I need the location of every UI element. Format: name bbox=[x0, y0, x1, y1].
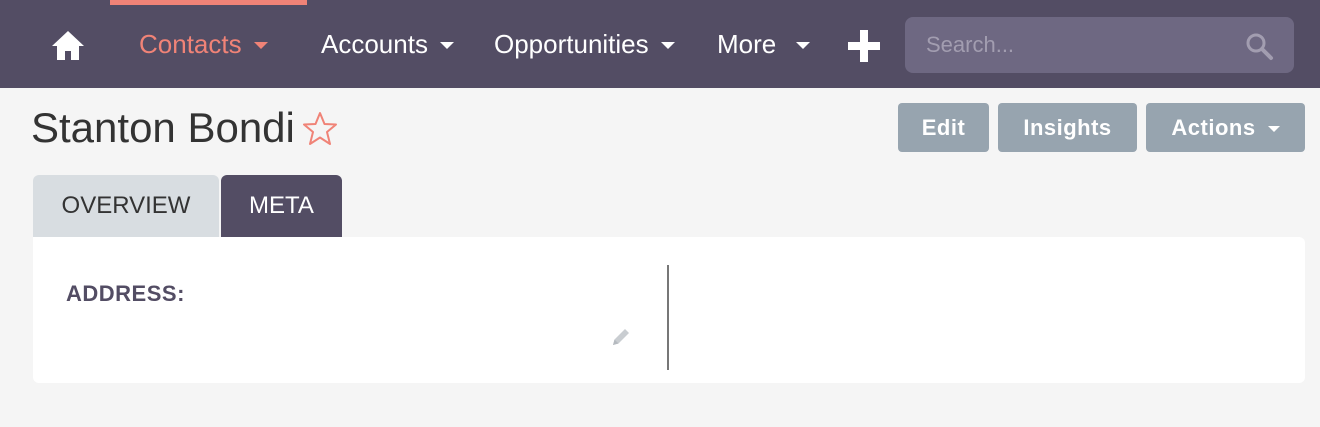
nav-contacts[interactable]: Contacts bbox=[139, 0, 268, 88]
nav-contacts-label: Contacts bbox=[139, 28, 242, 59]
address-label: ADDRESS: bbox=[66, 281, 185, 306]
top-navigation-bar: Contacts Accounts Opportunities More bbox=[0, 0, 1320, 88]
tab-meta[interactable]: META bbox=[221, 175, 342, 237]
actions-button-label: Actions bbox=[1171, 114, 1256, 140]
edit-button[interactable]: Edit bbox=[898, 103, 989, 152]
tab-overview-label: OVERVIEW bbox=[61, 192, 191, 219]
home-icon[interactable] bbox=[48, 26, 88, 66]
nav-opportunities-label: Opportunities bbox=[494, 28, 649, 59]
insights-button[interactable]: Insights bbox=[998, 103, 1137, 152]
chevron-down-icon bbox=[439, 42, 454, 49]
plus-icon[interactable] bbox=[846, 28, 882, 64]
column-divider bbox=[667, 265, 669, 370]
search-box bbox=[905, 17, 1294, 73]
star-icon[interactable] bbox=[301, 110, 339, 148]
insights-button-label: Insights bbox=[1023, 114, 1112, 140]
search-input[interactable] bbox=[905, 17, 1235, 73]
nav-more[interactable]: More bbox=[717, 0, 811, 88]
nav-more-label: More bbox=[717, 28, 777, 59]
chevron-down-icon bbox=[1267, 126, 1280, 132]
chevron-down-icon bbox=[660, 42, 675, 49]
search-icon[interactable] bbox=[1244, 31, 1274, 61]
nav-opportunities[interactable]: Opportunities bbox=[494, 0, 675, 88]
record-title: Stanton Bondi bbox=[31, 104, 295, 151]
tab-meta-label: META bbox=[249, 192, 314, 219]
edit-button-label: Edit bbox=[921, 114, 966, 140]
nav-accounts[interactable]: Accounts bbox=[321, 0, 454, 88]
pencil-icon[interactable] bbox=[609, 325, 633, 349]
tab-overview[interactable]: OVERVIEW bbox=[33, 175, 219, 237]
meta-panel: ADDRESS: bbox=[33, 237, 1305, 383]
chevron-down-icon bbox=[796, 42, 811, 49]
nav-accounts-label: Accounts bbox=[321, 28, 428, 59]
chevron-down-icon bbox=[253, 42, 268, 49]
actions-dropdown-button[interactable]: Actions bbox=[1146, 103, 1305, 152]
